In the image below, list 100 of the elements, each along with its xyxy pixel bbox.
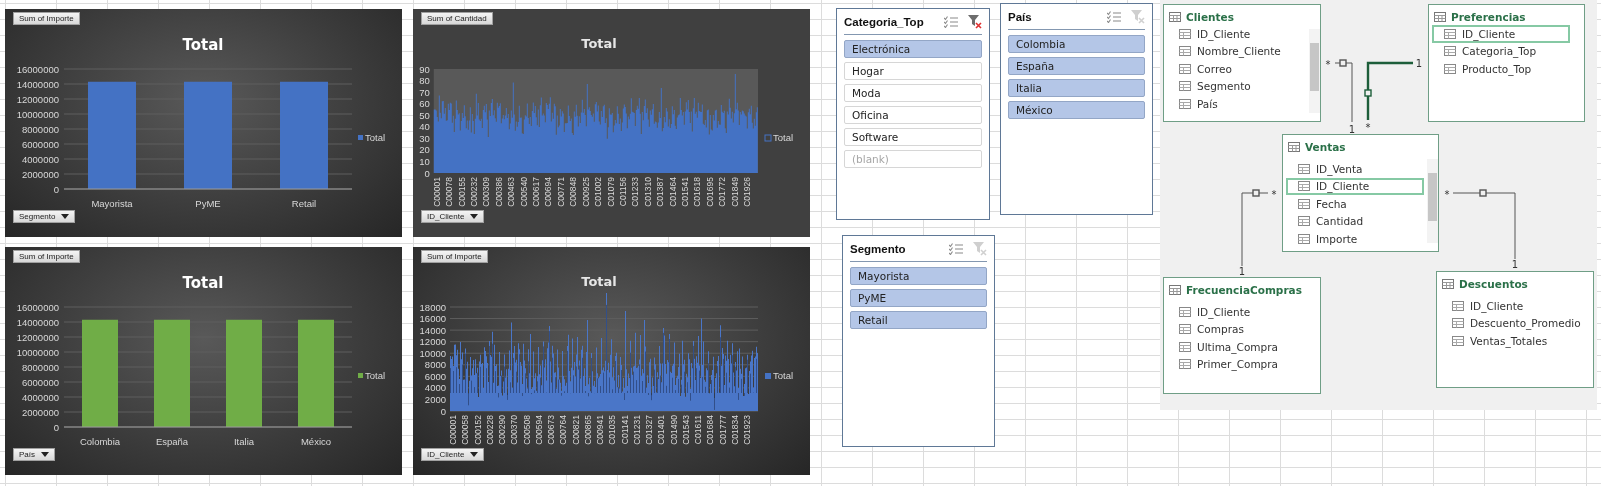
slicer-item[interactable]: Hogar bbox=[844, 62, 982, 80]
field-item[interactable]: ID_Venta bbox=[1286, 160, 1424, 178]
category-label: C00001 bbox=[448, 415, 458, 445]
category-label: C01772 bbox=[717, 177, 728, 207]
category-label: C00370 bbox=[509, 415, 520, 445]
slicer-item[interactable]: Oficina bbox=[844, 106, 982, 124]
table-name: Clientes bbox=[1186, 11, 1234, 23]
slicer-item[interactable]: México bbox=[1008, 101, 1145, 119]
chart-title: Total bbox=[182, 36, 224, 54]
table-icon bbox=[1442, 279, 1454, 289]
field-item[interactable]: Nombre_Cliente bbox=[1167, 42, 1306, 60]
scrollbar[interactable] bbox=[1309, 29, 1320, 113]
table-icon bbox=[1169, 285, 1181, 295]
table-name: FrecuenciaCompras bbox=[1186, 284, 1302, 296]
multi-select-icon[interactable] bbox=[949, 243, 963, 255]
multi-select-icon[interactable] bbox=[944, 16, 958, 28]
category-label: C01834 bbox=[729, 415, 740, 445]
field-item[interactable]: Categoria_Top bbox=[1432, 42, 1570, 60]
field-item[interactable]: Fecha bbox=[1286, 195, 1424, 213]
slicer-item[interactable]: España bbox=[1008, 57, 1145, 75]
category-label: C01490 bbox=[668, 415, 679, 445]
field-item[interactable]: Ultima_Compra bbox=[1167, 338, 1306, 356]
relationship-line[interactable] bbox=[1364, 61, 1413, 120]
category-label: C01464 bbox=[667, 177, 678, 207]
slicer-item[interactable]: Colombia bbox=[1008, 35, 1145, 53]
table-card[interactable]: FrecuenciaCompras ID_Cliente Compras Ultima_Compra Primer_Compra bbox=[1163, 277, 1321, 394]
axis-tick-label: 70 bbox=[419, 86, 430, 98]
value-field-button[interactable]: Sum of Importe bbox=[13, 12, 80, 25]
slicer-item[interactable]: Software bbox=[844, 128, 982, 146]
category-label: C01923 bbox=[742, 415, 752, 445]
field-item[interactable]: ID_Cliente bbox=[1432, 25, 1570, 43]
field-item[interactable]: ID_Cliente bbox=[1440, 297, 1579, 315]
caret-icon bbox=[470, 214, 479, 219]
field-item[interactable]: Segmento bbox=[1167, 77, 1306, 95]
value-field-button[interactable]: Sum of Importe bbox=[421, 250, 488, 263]
field-item[interactable]: Primer_Compra bbox=[1167, 355, 1306, 373]
column-icon bbox=[1444, 46, 1456, 57]
chart-title: Total bbox=[581, 274, 617, 289]
legend-label: Total bbox=[773, 370, 794, 381]
category-label: C01611 bbox=[693, 415, 703, 445]
table-card[interactable]: Descuentos ID_Cliente Descuento_Promedio Ventas_Totales bbox=[1436, 271, 1594, 388]
category-label: C00386 bbox=[493, 177, 504, 207]
relationship-line[interactable] bbox=[1334, 59, 1353, 123]
axis-field-button[interactable]: ID_Cliente bbox=[421, 210, 485, 223]
axis-field-button[interactable]: País bbox=[13, 448, 55, 461]
cardinality-label: * bbox=[1325, 59, 1331, 70]
column-icon bbox=[1179, 46, 1191, 57]
category-label: C00694 bbox=[543, 177, 554, 207]
axis-tick-label: 80 bbox=[419, 75, 430, 87]
field-item[interactable]: ID_Cliente bbox=[1167, 25, 1306, 43]
category-label: C01141 bbox=[619, 415, 630, 445]
table-card[interactable]: Preferencias ID_Cliente Categoria_Top Producto_Top bbox=[1428, 4, 1585, 122]
slicer-item[interactable]: Electrónica bbox=[844, 40, 982, 58]
field-item[interactable]: ID_Cliente bbox=[1286, 177, 1424, 195]
caret-icon bbox=[41, 452, 49, 457]
field-item[interactable]: Correo bbox=[1167, 60, 1306, 78]
field-item[interactable]: País bbox=[1167, 95, 1306, 113]
clear-filter-icon[interactable] bbox=[968, 15, 982, 29]
axis-tick-label: 40 bbox=[419, 121, 430, 133]
field-item[interactable]: Importe bbox=[1286, 230, 1424, 248]
legend-swatch bbox=[765, 373, 771, 379]
value-field-button[interactable]: Sum of Cantidad bbox=[421, 12, 493, 25]
cardinality-label: 1 bbox=[1415, 58, 1423, 69]
value-field-button[interactable]: Sum of Importe bbox=[13, 250, 80, 263]
category-label: C01926 bbox=[742, 177, 752, 207]
scrollbar[interactable] bbox=[1427, 159, 1438, 243]
relationship-line[interactable] bbox=[1241, 189, 1269, 267]
category-label: Colombia bbox=[79, 436, 121, 447]
category-label: C00771 bbox=[555, 177, 566, 207]
table-card[interactable]: Clientes ID_Cliente Nombre_Cliente Correo Segmento País bbox=[1163, 4, 1321, 122]
category-label: Mayorista bbox=[91, 198, 133, 209]
field-item[interactable]: Descuento_Promedio bbox=[1440, 314, 1579, 332]
column-icon bbox=[1298, 163, 1310, 174]
axis-tick-label: 16000 bbox=[419, 313, 446, 325]
column-icon bbox=[1298, 181, 1310, 192]
multi-select-icon[interactable] bbox=[1107, 11, 1121, 23]
axis-field-button[interactable]: ID_Cliente bbox=[421, 448, 485, 461]
field-item[interactable]: Ventas_Totales bbox=[1440, 332, 1579, 350]
slicer-item[interactable]: Moda bbox=[844, 84, 982, 102]
caret-icon bbox=[470, 452, 479, 457]
axis-field-button[interactable]: Segmento bbox=[13, 210, 76, 223]
axis-tick-label: 18000 bbox=[419, 301, 446, 313]
slicer-item[interactable]: Mayorista bbox=[850, 267, 987, 285]
category-label: C00941 bbox=[595, 415, 605, 445]
field-item[interactable]: Cantidad bbox=[1286, 212, 1424, 230]
chart-title: Total bbox=[581, 36, 617, 51]
category-label: C01233 bbox=[630, 177, 641, 207]
column-icon bbox=[1179, 98, 1191, 109]
field-item[interactable]: ID_Cliente bbox=[1167, 303, 1306, 321]
field-item[interactable]: Producto_Top bbox=[1432, 60, 1570, 78]
slicer-item[interactable]: Italia bbox=[1008, 79, 1145, 97]
field-item[interactable]: Compras bbox=[1167, 320, 1306, 338]
slicer-item[interactable]: PyME bbox=[850, 289, 987, 307]
cardinality-label: * bbox=[1271, 189, 1277, 200]
category-label: C01079 bbox=[605, 177, 616, 207]
table-card[interactable]: Ventas ID_Venta ID_Cliente Fecha Cantidad Importe bbox=[1282, 134, 1439, 252]
slicer-item[interactable]: Retail bbox=[850, 311, 987, 329]
slicer-title: Segmento bbox=[850, 243, 907, 255]
cardinality-label: * bbox=[1444, 189, 1450, 200]
axis-tick-label: 4000000 bbox=[22, 153, 59, 165]
